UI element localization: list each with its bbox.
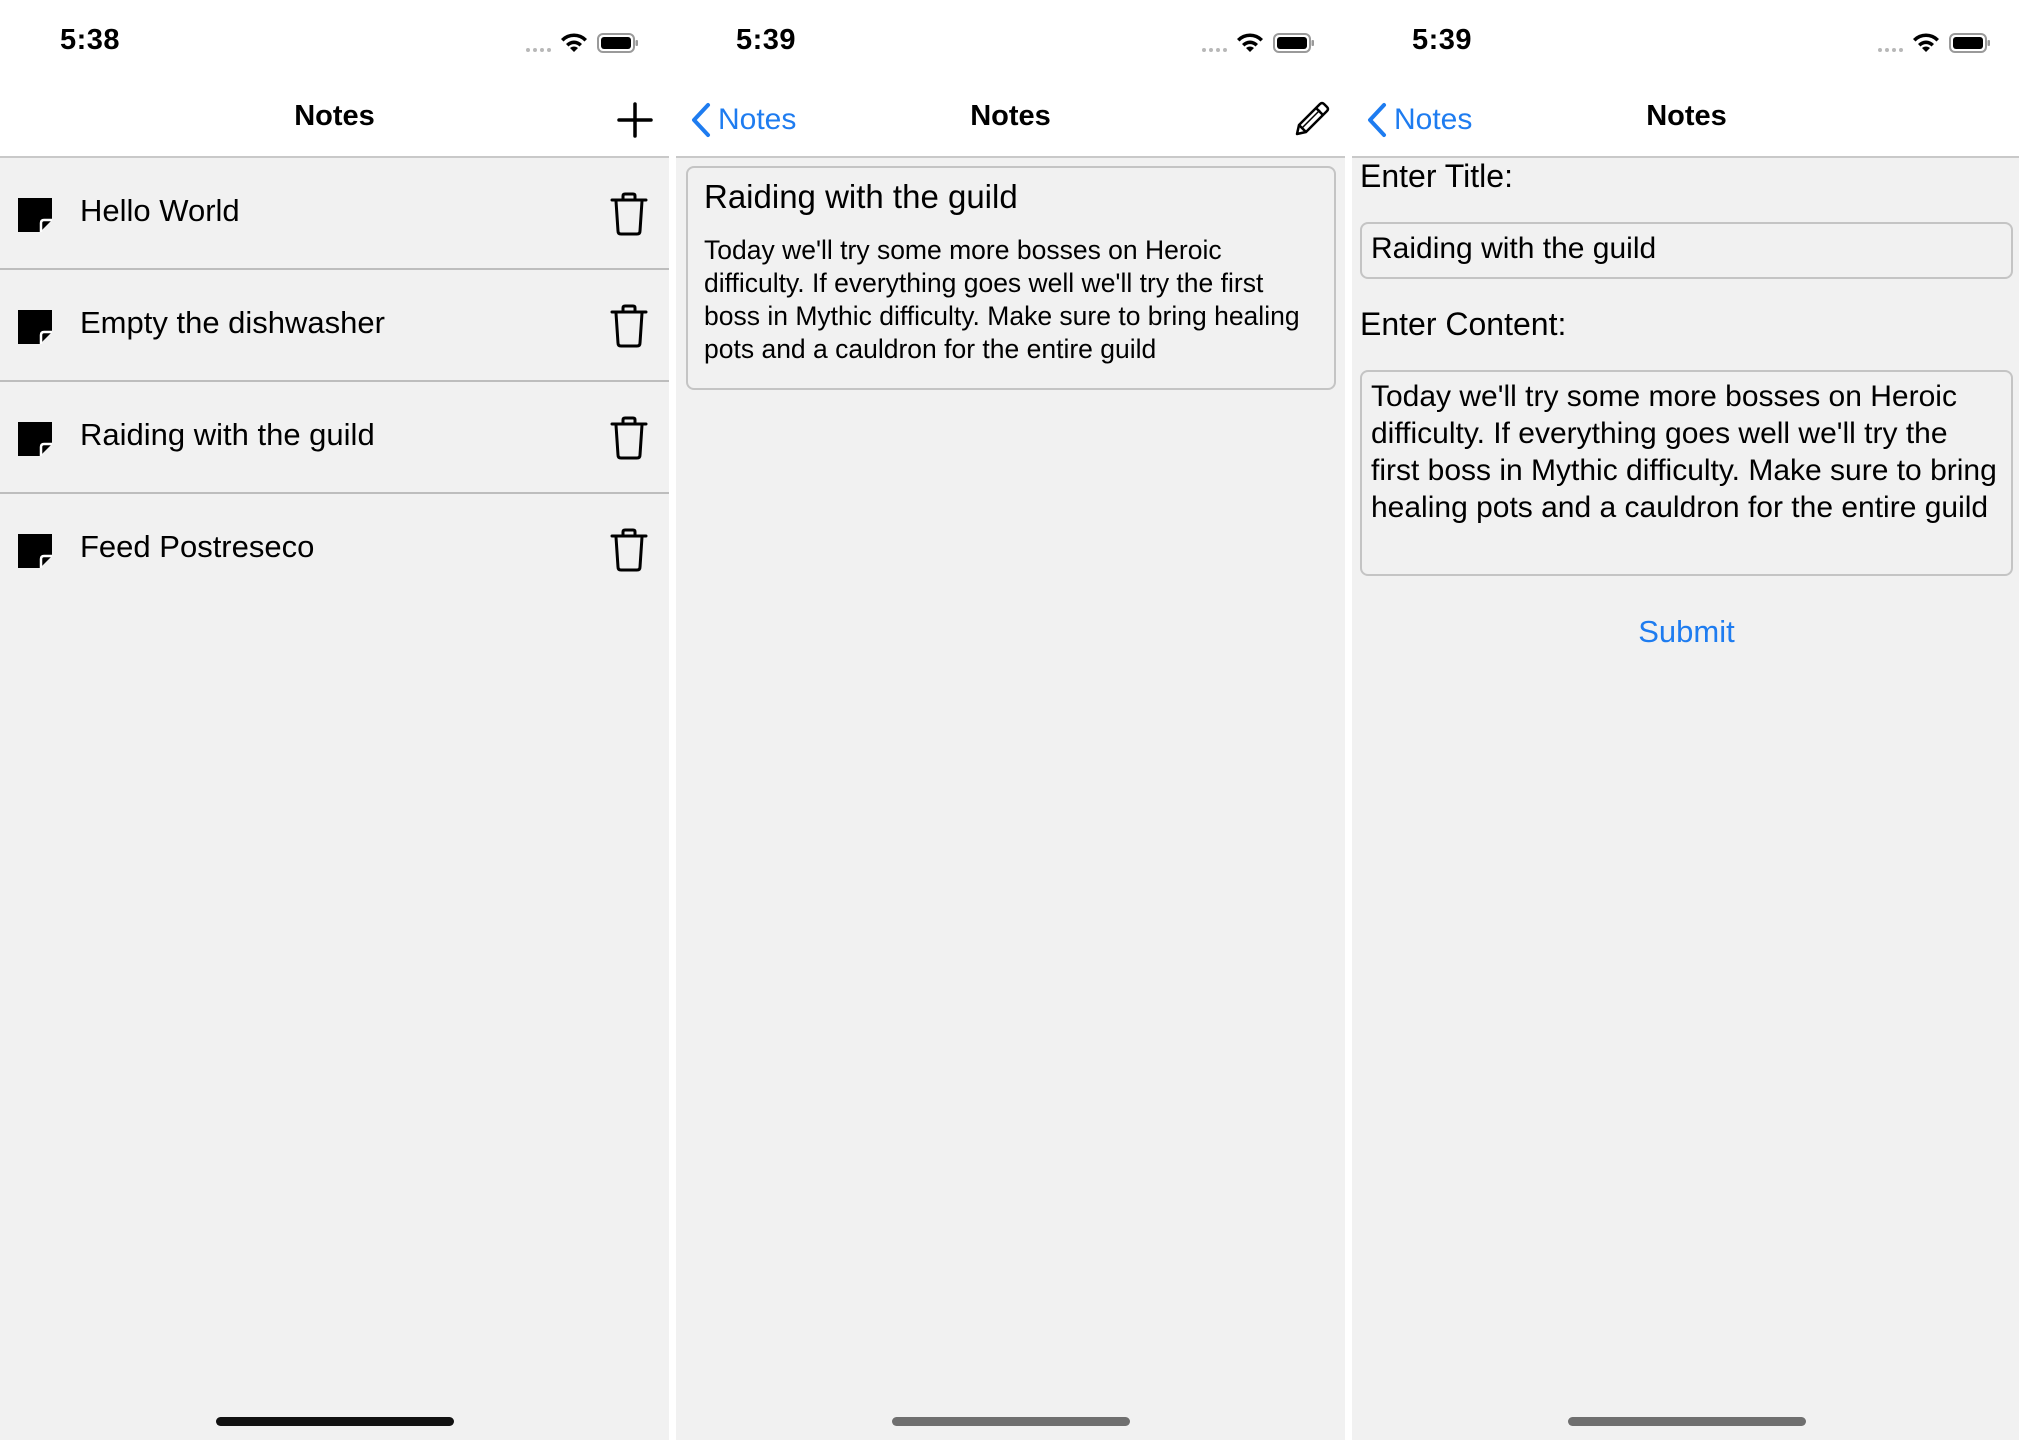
- navigation-bar: Notes: [0, 82, 669, 158]
- note-row[interactable]: Hello World: [0, 158, 669, 270]
- title-field[interactable]: Raiding with the guild: [1360, 222, 2013, 279]
- status-icons: [1878, 30, 1991, 56]
- pencil-icon: [1295, 101, 1330, 136]
- note-detail-card: Raiding with the guild Today we'll try s…: [686, 166, 1336, 390]
- note-title: Feed Postreseco: [80, 529, 315, 564]
- battery-icon: [1949, 33, 1990, 53]
- note-row[interactable]: Feed Postreseco: [0, 494, 669, 606]
- trash-icon[interactable]: [609, 528, 649, 572]
- wifi-icon: [1237, 33, 1263, 52]
- status-time: 5:39: [1412, 24, 1473, 56]
- submit-button[interactable]: Submit: [1352, 614, 2019, 650]
- note-icon: [18, 198, 52, 232]
- note-icon: [18, 310, 52, 344]
- notes-list: Hello World Empty the dishwasher Raiding…: [0, 158, 669, 606]
- home-indicator[interactable]: [215, 1417, 454, 1426]
- note-title: Empty the dishwasher: [80, 305, 385, 340]
- content-field[interactable]: Today we'll try some more bosses on Hero…: [1360, 370, 2013, 576]
- home-indicator[interactable]: [1567, 1417, 1806, 1426]
- trash-icon[interactable]: [609, 304, 649, 348]
- status-bar: 5:38: [0, 0, 669, 82]
- title-label: Enter Title:: [1360, 158, 1513, 194]
- note-title: Hello World: [80, 193, 240, 228]
- content-label: Enter Content:: [1360, 306, 1567, 342]
- note-row[interactable]: Raiding with the guild: [0, 382, 669, 494]
- note-detail-title: Raiding with the guild: [704, 178, 1018, 215]
- status-time: 5:38: [60, 24, 121, 56]
- trash-icon[interactable]: [609, 192, 649, 236]
- nav-title: Notes: [970, 100, 1051, 132]
- notes-list-screen: 5:38 Notes Hello World Empty the dishwas…: [0, 0, 669, 1440]
- cellular-signal-icon: [1202, 32, 1227, 54]
- home-indicator[interactable]: [891, 1417, 1130, 1426]
- cellular-signal-icon: [526, 32, 551, 54]
- status-time: 5:39: [736, 24, 797, 56]
- cellular-signal-icon: [1878, 32, 1903, 54]
- status-icons: [526, 30, 639, 56]
- status-bar: 5:39: [676, 0, 1345, 82]
- battery-icon: [1273, 33, 1314, 53]
- battery-icon: [597, 33, 638, 53]
- note-icon: [18, 534, 52, 568]
- note-detail-content: Today we'll try some more bosses on Hero…: [704, 235, 1300, 364]
- status-bar: 5:39: [1352, 0, 2019, 82]
- note-icon: [18, 422, 52, 456]
- plus-icon: [617, 102, 653, 138]
- note-title: Raiding with the guild: [80, 417, 375, 452]
- navigation-bar: Notes Notes: [1352, 82, 2019, 158]
- status-icons: [1202, 30, 1315, 56]
- nav-title: Notes: [294, 100, 375, 132]
- app-stage: 5:38 Notes Hello World Empty the dishwas…: [0, 0, 2019, 1440]
- add-note-button[interactable]: [611, 96, 659, 144]
- trash-icon[interactable]: [609, 416, 649, 460]
- note-row[interactable]: Empty the dishwasher: [0, 270, 669, 382]
- wifi-icon: [1913, 33, 1939, 52]
- wifi-icon: [561, 33, 587, 52]
- note-detail-screen: 5:39 Notes Notes Raiding with the guild …: [676, 0, 1345, 1440]
- nav-title: Notes: [1646, 100, 1727, 132]
- edit-note-screen: 5:39 Notes Notes Enter Title: Raiding wi…: [1352, 0, 2019, 1440]
- navigation-bar: Notes Notes: [676, 82, 1345, 158]
- edit-note-button[interactable]: [1287, 96, 1335, 144]
